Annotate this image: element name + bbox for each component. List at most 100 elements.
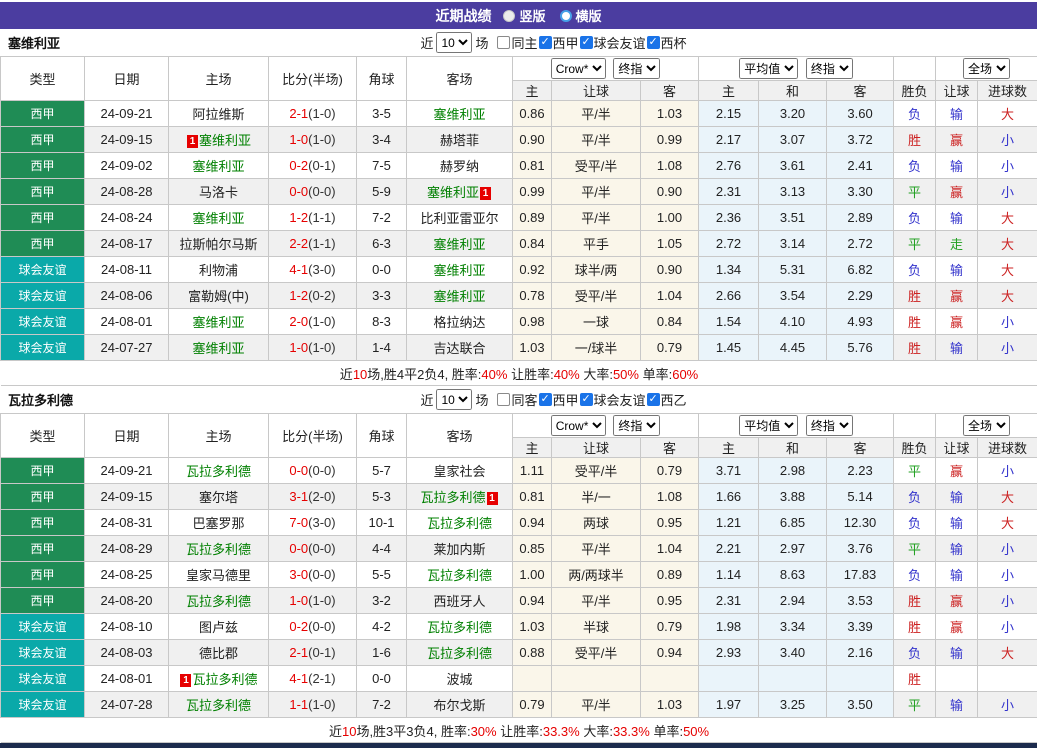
type-cell: 西甲 (1, 510, 85, 536)
score-cell: 0-0(0-0) (269, 458, 357, 484)
final-odds-select[interactable]: 终指 (613, 415, 660, 436)
home-team-cell: 马洛卡 (169, 179, 269, 205)
full-match-select[interactable]: 全场 (963, 415, 1010, 436)
type-cell: 西甲 (1, 588, 85, 614)
halftime-score: (0-0) (308, 184, 335, 199)
result-outcome-cell: 平 (894, 536, 936, 562)
checkbox-checked-icon[interactable] (580, 393, 593, 406)
result-goals-cell: 小 (978, 562, 1037, 588)
result-goals-cell: 小 (978, 335, 1037, 361)
final-odds-select[interactable]: 终指 (613, 58, 660, 79)
final-odds-select-2[interactable]: 终指 (806, 58, 853, 79)
score-cell: 3-1(2-0) (269, 484, 357, 510)
radio-horizontal-label: 横版 (576, 6, 602, 25)
odds-company-select[interactable]: Crow* (551, 415, 606, 436)
sub-header-handicap-result: 让球 (936, 438, 978, 458)
date-cell: 24-09-15 (85, 484, 169, 510)
avg-home-cell: 2.21 (699, 536, 759, 562)
away-team-cell: 比利亚雷亚尔 (407, 205, 513, 231)
full-match-select[interactable]: 全场 (963, 58, 1010, 79)
home-team-cell: 塞维利亚 (169, 153, 269, 179)
home-team-cell: 1瓦拉多利德 (169, 666, 269, 692)
summary-segment: 让胜率: (507, 367, 553, 382)
odds-company-select[interactable]: Crow* (551, 58, 606, 79)
filter-checkbox-item[interactable]: 西甲 (539, 390, 579, 409)
filter-checkbox-item[interactable]: 西甲 (539, 33, 579, 52)
team-name: 塞维利亚 (433, 107, 485, 122)
filter-checkbox-item[interactable]: 西杯 (647, 33, 687, 52)
score-cell: 0-2(0-1) (269, 153, 357, 179)
summary-segment: 大率: (580, 367, 613, 382)
col-header-home: 主场 (169, 414, 269, 458)
checkbox-checked-icon[interactable] (539, 393, 552, 406)
result-handicap-cell: 赢 (936, 458, 978, 484)
table-row: 西甲24-08-25皇家马德里3-0(0-0)5-5瓦拉多利德1.00两/两球半… (1, 562, 1037, 588)
odds-handicap-cell: 平/半 (552, 179, 641, 205)
result-goals-cell: 小 (978, 458, 1037, 484)
checkbox-unchecked-icon[interactable] (497, 393, 510, 406)
halftime-score: (0-1) (308, 645, 335, 660)
team-name: 塞维利亚 (433, 263, 485, 278)
avg-away-cell: 2.41 (827, 153, 894, 179)
fulltime-score: 2-1 (289, 106, 308, 121)
result-handicap-cell: 赢 (936, 283, 978, 309)
score-cell: 0-2(0-0) (269, 614, 357, 640)
fulltime-score: 4-1 (289, 671, 308, 686)
table-row: 西甲24-09-21阿拉维斯2-1(1-0)3-5塞维利亚0.86平/半1.03… (1, 101, 1037, 127)
home-team-cell: 巴塞罗那 (169, 510, 269, 536)
away-team-cell: 塞维利亚 (407, 257, 513, 283)
filter-checkbox-item[interactable]: 同客 (497, 390, 537, 409)
odds-away-cell: 0.94 (641, 640, 699, 666)
checkbox-checked-icon[interactable] (539, 36, 552, 49)
result-outcome-cell: 负 (894, 640, 936, 666)
odds-handicap-cell: 一/球半 (552, 335, 641, 361)
score-cell: 1-2(0-2) (269, 283, 357, 309)
final-odds-select-2[interactable]: 终指 (806, 415, 853, 436)
odds-home-cell: 0.99 (513, 179, 552, 205)
average-select[interactable]: 平均值 (739, 415, 798, 436)
sub-header-odds-away: 客 (641, 438, 699, 458)
fulltime-score: 2-0 (289, 314, 308, 329)
match-count-select[interactable]: 10 (436, 389, 472, 410)
table-row: 西甲24-08-28马洛卡0-0(0-0)5-9塞维利亚10.99平/半0.90… (1, 179, 1037, 205)
result-outcome-cell: 胜 (894, 666, 936, 692)
date-cell: 24-08-01 (85, 666, 169, 692)
halftime-score: (1-0) (308, 314, 335, 329)
odds-away-cell: 0.95 (641, 588, 699, 614)
match-count-select[interactable]: 10 (436, 32, 472, 53)
checkbox-checked-icon[interactable] (647, 393, 660, 406)
layout-radio-horizontal[interactable]: 横版 (560, 6, 602, 25)
sub-header-result: 胜负 (894, 438, 936, 458)
away-team-cell: 塞维利亚1 (407, 179, 513, 205)
result-outcome-cell: 负 (894, 205, 936, 231)
result-outcome-cell: 胜 (894, 283, 936, 309)
checkbox-checked-icon[interactable] (580, 36, 593, 49)
average-select[interactable]: 平均值 (739, 58, 798, 79)
filter-checkbox-item[interactable]: 球会友谊 (580, 390, 646, 409)
section-header: 塞维利亚 近 10 场 同主西甲球会友谊西杯 (0, 29, 1037, 56)
result-outcome-cell: 负 (894, 257, 936, 283)
filter-checkbox-item[interactable]: 西乙 (647, 390, 687, 409)
type-cell: 西甲 (1, 458, 85, 484)
checkbox-checked-icon[interactable] (647, 36, 660, 49)
score-cell: 1-1(1-0) (269, 692, 357, 718)
average-group-header: 平均值 终指 (699, 57, 894, 81)
sub-header-odds-home: 主 (513, 438, 552, 458)
avg-away-cell: 3.60 (827, 101, 894, 127)
odds-away-cell: 0.79 (641, 614, 699, 640)
filter-checkbox-item[interactable]: 同主 (497, 33, 537, 52)
halftime-score: (0-0) (308, 567, 335, 582)
filter-checkbox-item[interactable]: 球会友谊 (580, 33, 646, 52)
filter-checkbox-label: 西杯 (661, 33, 687, 52)
summary-segment: 10 (353, 367, 367, 382)
team-name: 格拉纳达 (433, 315, 485, 330)
odds-home-cell: 1.11 (513, 458, 552, 484)
sub-header-goals-result: 进球数 (978, 81, 1037, 101)
date-cell: 24-07-28 (85, 692, 169, 718)
layout-radio-vertical[interactable]: 竖版 (503, 6, 545, 25)
checkbox-unchecked-icon[interactable] (497, 36, 510, 49)
odds-away-cell: 1.08 (641, 153, 699, 179)
avg-away-cell: 2.72 (827, 231, 894, 257)
away-team-cell: 西班牙人 (407, 588, 513, 614)
section-header: 瓦拉多利德 近 10 场 同客西甲球会友谊西乙 (0, 386, 1037, 413)
